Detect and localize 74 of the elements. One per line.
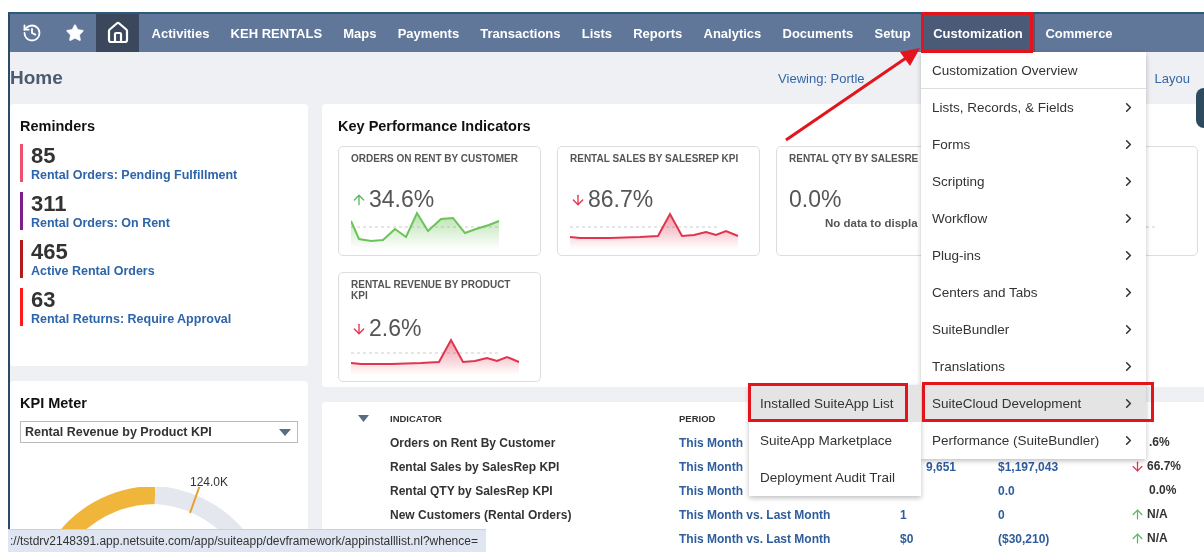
nav-tab[interactable]: Reports: [622, 14, 693, 52]
page-title: Home: [10, 67, 64, 89]
tile-title: RENTAL SALES BY SALESREP KPI: [570, 153, 740, 164]
menu-item[interactable]: Scripting: [921, 163, 1146, 200]
tile-value: 0.0%: [789, 186, 842, 213]
change-cell: .6%: [1149, 435, 1170, 449]
layout-link[interactable]: Layou: [1154, 70, 1190, 86]
table-cell: Rental QTY by SalesRep KPI: [390, 484, 553, 498]
caret-icon: [279, 428, 291, 436]
reminder-link[interactable]: Rental Returns: Require Approval: [31, 312, 232, 326]
nav-tab[interactable]: Documents: [771, 14, 864, 52]
nav-tab[interactable]: Transactions: [469, 14, 572, 52]
viewing-link[interactable]: Viewing: Portle: [778, 70, 865, 86]
card-title: Reminders: [20, 118, 96, 134]
menu-item[interactable]: Forms: [921, 126, 1146, 163]
tile-value: 34.6%: [369, 186, 435, 213]
period-link[interactable]: This Month: [679, 436, 743, 450]
reminder-link[interactable]: Rental Orders: Pending Fulfillment: [31, 168, 238, 182]
table-cell: Rental Sales by SalesRep KPI: [390, 460, 560, 474]
menu-item[interactable]: Performance (SuiteBundler): [921, 422, 1146, 459]
nav-tab[interactable]: Commerce: [1034, 14, 1124, 52]
tile-value: 86.7%: [588, 186, 654, 213]
value-link[interactable]: $0: [900, 532, 914, 546]
status-bar: ://tstdrv2148391.app.netsuite.com/app/suiteapp/devframework/appinstalllist.nl?whence=: [8, 529, 486, 552]
table-cell: New Customers (Rental Orders): [390, 508, 572, 522]
value-link[interactable]: 0: [998, 508, 1005, 522]
change-cell: N/A: [1130, 506, 1168, 522]
column-header: PERIOD: [679, 412, 716, 424]
period-link[interactable]: This Month: [679, 460, 743, 474]
menu-item[interactable]: Centers and Tabs: [921, 274, 1146, 311]
reminder-link[interactable]: Rental Orders: On Rent: [31, 216, 170, 230]
menu-item[interactable]: Deployment Audit Trail: [749, 459, 921, 496]
home-icon[interactable]: [96, 14, 139, 52]
table-cell: Orders on Rent By Customer: [390, 436, 556, 450]
menu-item[interactable]: Lists, Records, & Fields: [921, 89, 1146, 126]
card-title: KPI Meter: [20, 395, 88, 411]
reminder-count: 85: [31, 144, 57, 168]
change-cell: 0.0%: [1149, 483, 1177, 497]
value-link[interactable]: 1: [900, 508, 907, 522]
reminder-count: 465: [31, 240, 69, 264]
menu-item[interactable]: SuiteBundler: [921, 311, 1146, 348]
period-link[interactable]: This Month vs. Last Month: [679, 508, 831, 522]
no-data-message: No data to displa: [825, 217, 918, 229]
period-link[interactable]: This Month vs. Last Month: [679, 532, 831, 546]
nav-tab[interactable]: Analytics: [692, 14, 772, 52]
tile-title: RENTAL QTY BY SALESRE: [789, 153, 920, 164]
period-link[interactable]: This Month: [679, 484, 743, 498]
value-link[interactable]: 9,651: [926, 460, 957, 474]
nav-tab[interactable]: Payments: [387, 14, 470, 52]
tile-value: 2.6%: [369, 315, 422, 342]
menu-item[interactable]: SuiteApp Marketplace: [749, 422, 921, 459]
collapse-icon[interactable]: [358, 414, 369, 422]
value-link[interactable]: $1,197,043: [998, 460, 1059, 474]
tile-title: ORDERS ON RENT BY CUSTOMER: [351, 153, 519, 164]
menu-item[interactable]: Customization Overview: [921, 52, 1146, 89]
value-link[interactable]: 0.0: [998, 484, 1015, 498]
menu-item[interactable]: Workflow: [921, 200, 1146, 237]
change-cell: 66.7%: [1130, 458, 1182, 474]
nav-tab[interactable]: Maps: [332, 14, 388, 52]
menu-item[interactable]: Plug-ins: [921, 237, 1146, 274]
kpi-select[interactable]: Rental Revenue by Product KPI: [20, 421, 298, 443]
gauge-label: 124.0K: [190, 475, 230, 489]
change-cell: N/A: [1130, 530, 1168, 546]
nav-tab[interactable]: Activities: [141, 14, 220, 52]
nav-tab[interactable]: Lists: [571, 14, 623, 52]
nav-tab[interactable]: KEH RENTALS: [220, 14, 333, 52]
value-link[interactable]: ($30,210): [998, 532, 1050, 546]
nav-tab[interactable]: Setup: [863, 14, 922, 52]
card-title: Key Performance Indicators: [338, 118, 532, 134]
reminder-count: 63: [31, 288, 57, 312]
reminder-count: 311: [31, 192, 68, 216]
reminder-link[interactable]: Active Rental Orders: [31, 264, 155, 278]
tile-title: RENTAL REVENUE BY PRODUCT KPI: [351, 279, 512, 301]
column-header: INDICATOR: [390, 412, 442, 424]
